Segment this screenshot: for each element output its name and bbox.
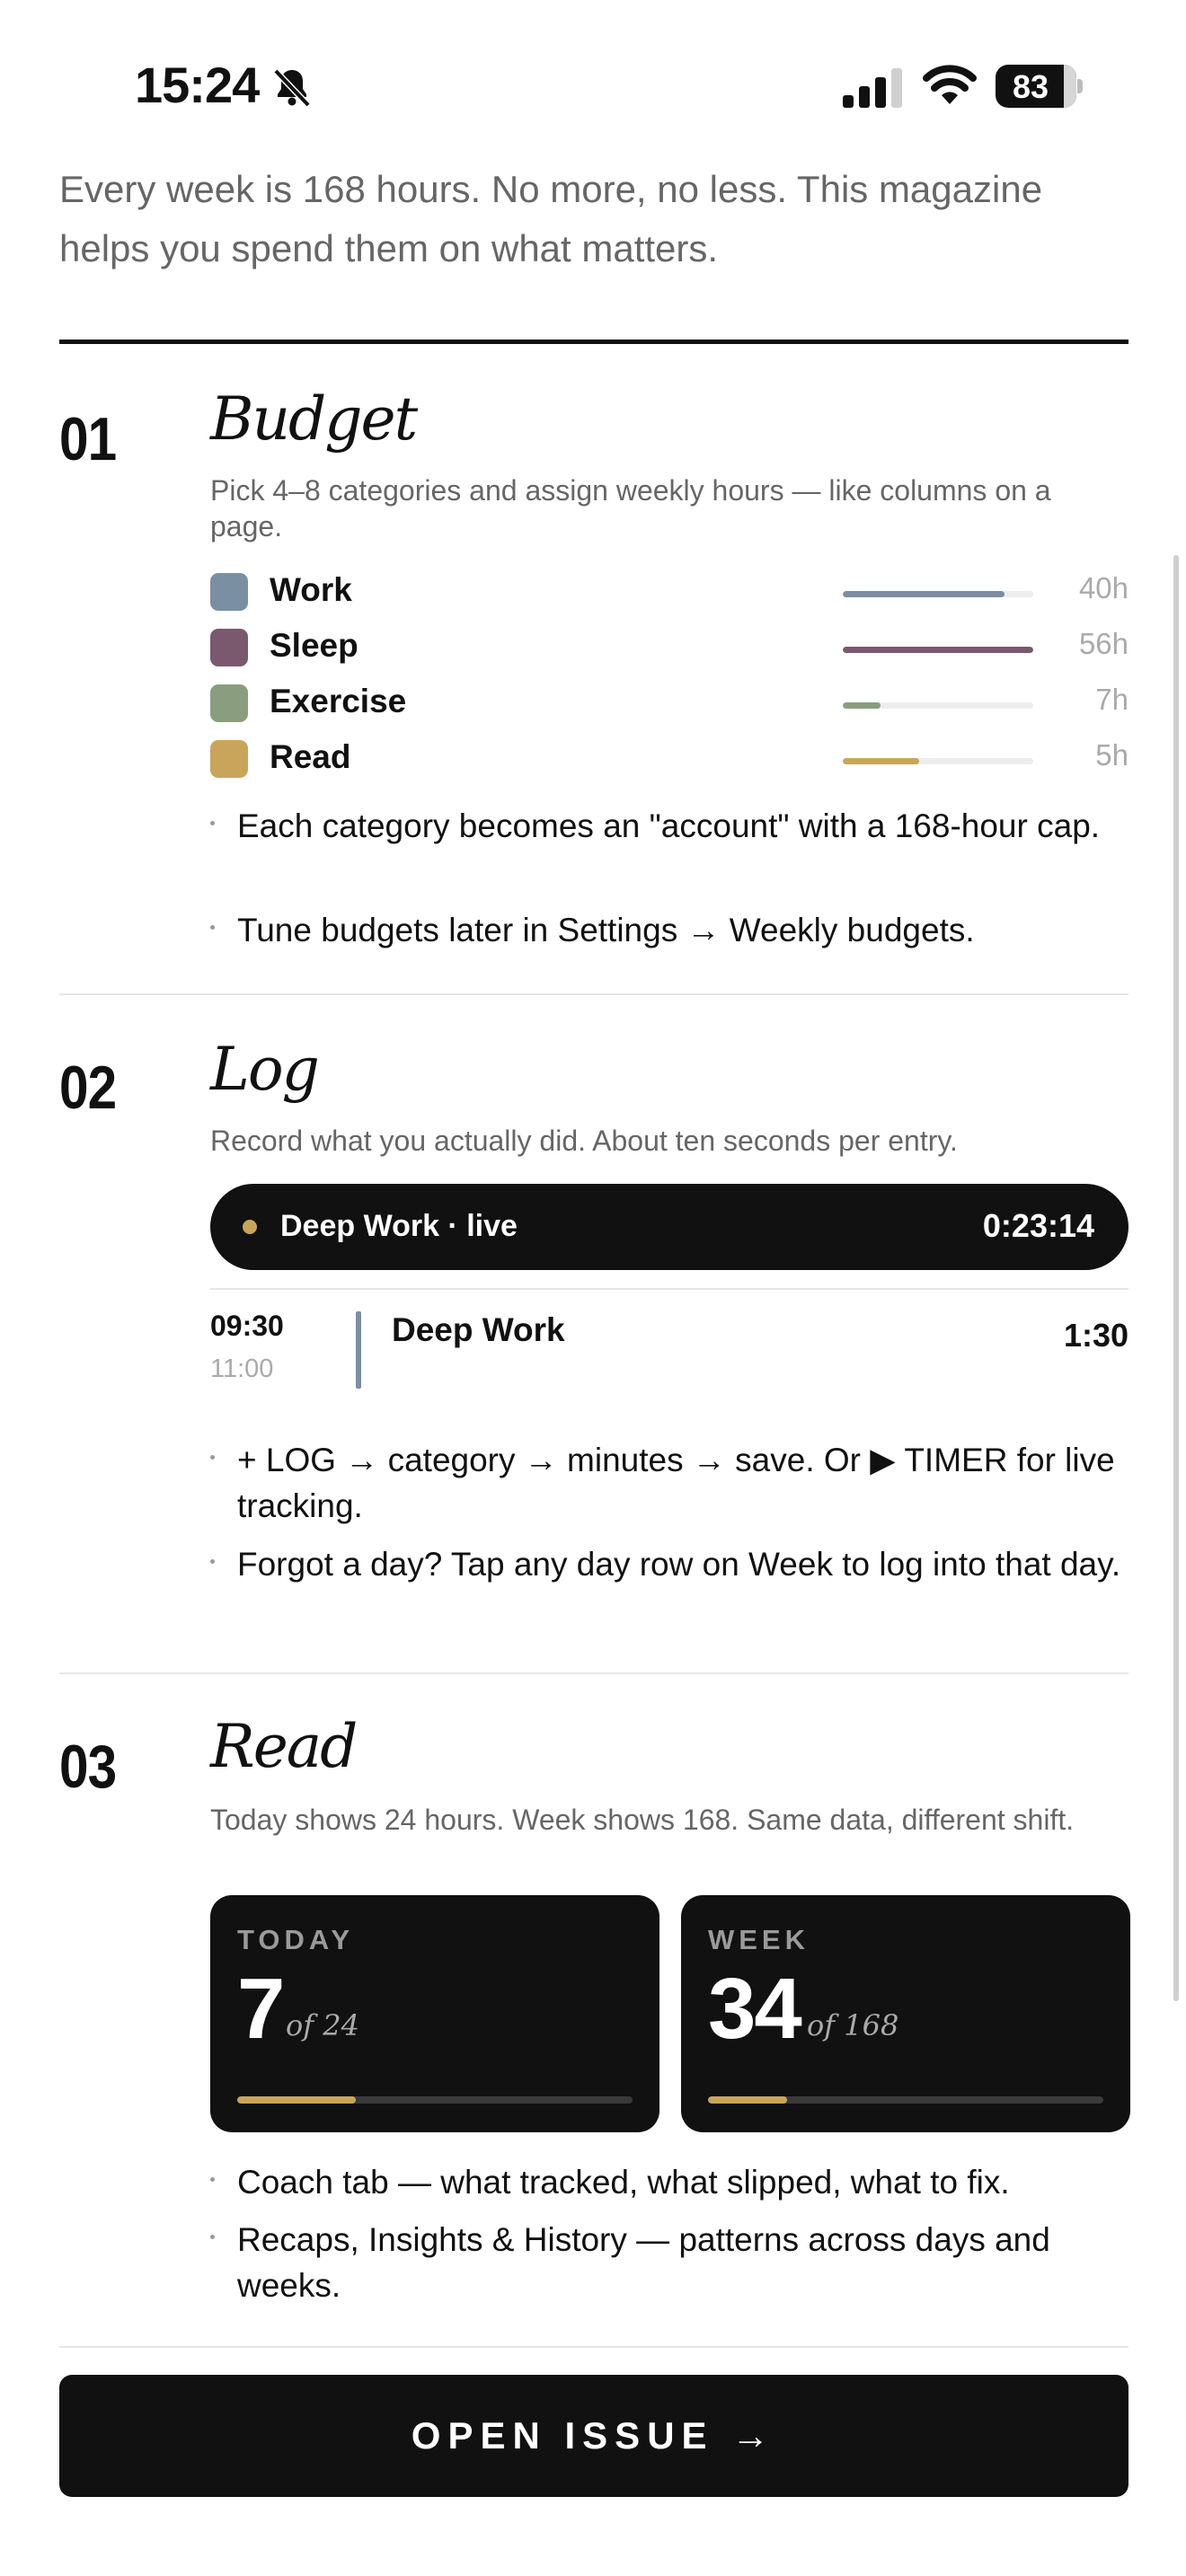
category-name: Read [270,738,351,775]
bullet-item: Recaps, Insights & History — patterns ac… [210,2217,1136,2308]
stat-value: 34 [708,1961,802,2057]
category-hours: 40h [1078,571,1128,604]
section-number: 01 [59,405,117,473]
log-entry-category-bar [356,1311,361,1389]
section-divider [59,1672,1128,1674]
cellular-signal-icon [843,68,902,108]
section-description: Pick 4–8 categories and assign weekly ho… [210,474,1051,543]
stat-progress-bar [708,2096,1103,2104]
log-entry-duration: 1:30 [1063,1317,1128,1354]
live-timer-pill[interactable]: Deep Work · live 0:23:14 [210,1184,1128,1270]
scrollbar[interactable] [1173,555,1179,2001]
category-name: Exercise [270,683,407,719]
battery-icon: 83 [996,65,1083,108]
section-title-read: Read [210,1712,358,1781]
stat-label: TODAY [237,1924,355,1955]
category-row-work: Work 40h [210,568,1128,613]
category-budget-bar [843,702,1033,709]
bullet-item: Forgot a day? Tap any day row on Week to… [210,1541,1136,1587]
log-entry-divider [210,1288,1128,1290]
intro-text: Every week is 168 hours. No more, no les… [59,168,1043,269]
category-swatch [210,740,248,778]
stat-value: 7 [237,1961,285,2057]
bullet-item: Each category becomes an "account" with … [210,803,1136,849]
battery-level: 83 [1012,68,1049,105]
category-hours: 7h [1095,683,1128,716]
section-divider [59,2346,1128,2348]
log-entry-name: Deep Work [392,1311,565,1348]
section-number: 03 [59,1733,117,1801]
bullet-item: Coach tab — what tracked, what slipped, … [210,2159,1136,2205]
onboarding-screen: 15:24 83 Every week is 168 hours. No mor… [0,0,1186,2576]
stat-label: WEEK [708,1924,810,1955]
category-budget-bar [843,647,1033,653]
wifi-icon [923,65,977,104]
section-divider [59,993,1128,995]
section-title-budget: Budget [210,384,418,454]
section-description: Today shows 24 hours. Week shows 168. Sa… [210,1804,1075,1836]
live-timer-label: Deep Work · live [280,1209,518,1243]
status-time: 15:24 [135,57,260,113]
category-row-read: Read 5h [210,735,1128,780]
today-stat-card: TODAY 7 of 24 [210,1895,659,2132]
category-swatch [210,573,248,611]
bullet-item: + LOG → category → minutes → save. Or ▶ … [210,1437,1136,1529]
log-entry-start: 09:30 [210,1310,284,1342]
category-hours: 5h [1095,738,1128,772]
stat-total: of 24 [286,2008,359,2042]
category-budget-bar [843,591,1033,597]
status-bar: 15:24 83 [0,0,1186,171]
header-divider [59,340,1128,344]
section-title-log: Log [210,1035,320,1104]
category-budget-bar [843,758,1033,764]
bullet-item: Tune budgets later in Settings → Weekly … [210,907,1136,953]
section-description: Record what you actually did. About ten … [210,1125,958,1157]
live-indicator-dot [243,1220,257,1234]
category-swatch [210,684,248,722]
category-hours: 56h [1078,627,1128,660]
stat-total: of 168 [807,2008,899,2042]
category-row-exercise: Exercise 7h [210,679,1128,724]
live-timer-elapsed: 0:23:14 [982,1207,1094,1244]
stat-progress-bar [237,2096,633,2104]
category-name: Sleep [270,627,358,664]
open-issue-button[interactable]: OPEN ISSUE → [59,2375,1128,2497]
log-entry-end: 11:00 [210,1354,274,1383]
section-number: 02 [59,1054,117,1122]
category-name: Work [270,571,352,608]
category-row-sleep: Sleep 56h [210,623,1128,668]
week-stat-card: WEEK 34 of 168 [681,1895,1130,2132]
category-swatch [210,629,248,666]
bell-slash-icon [273,68,311,108]
